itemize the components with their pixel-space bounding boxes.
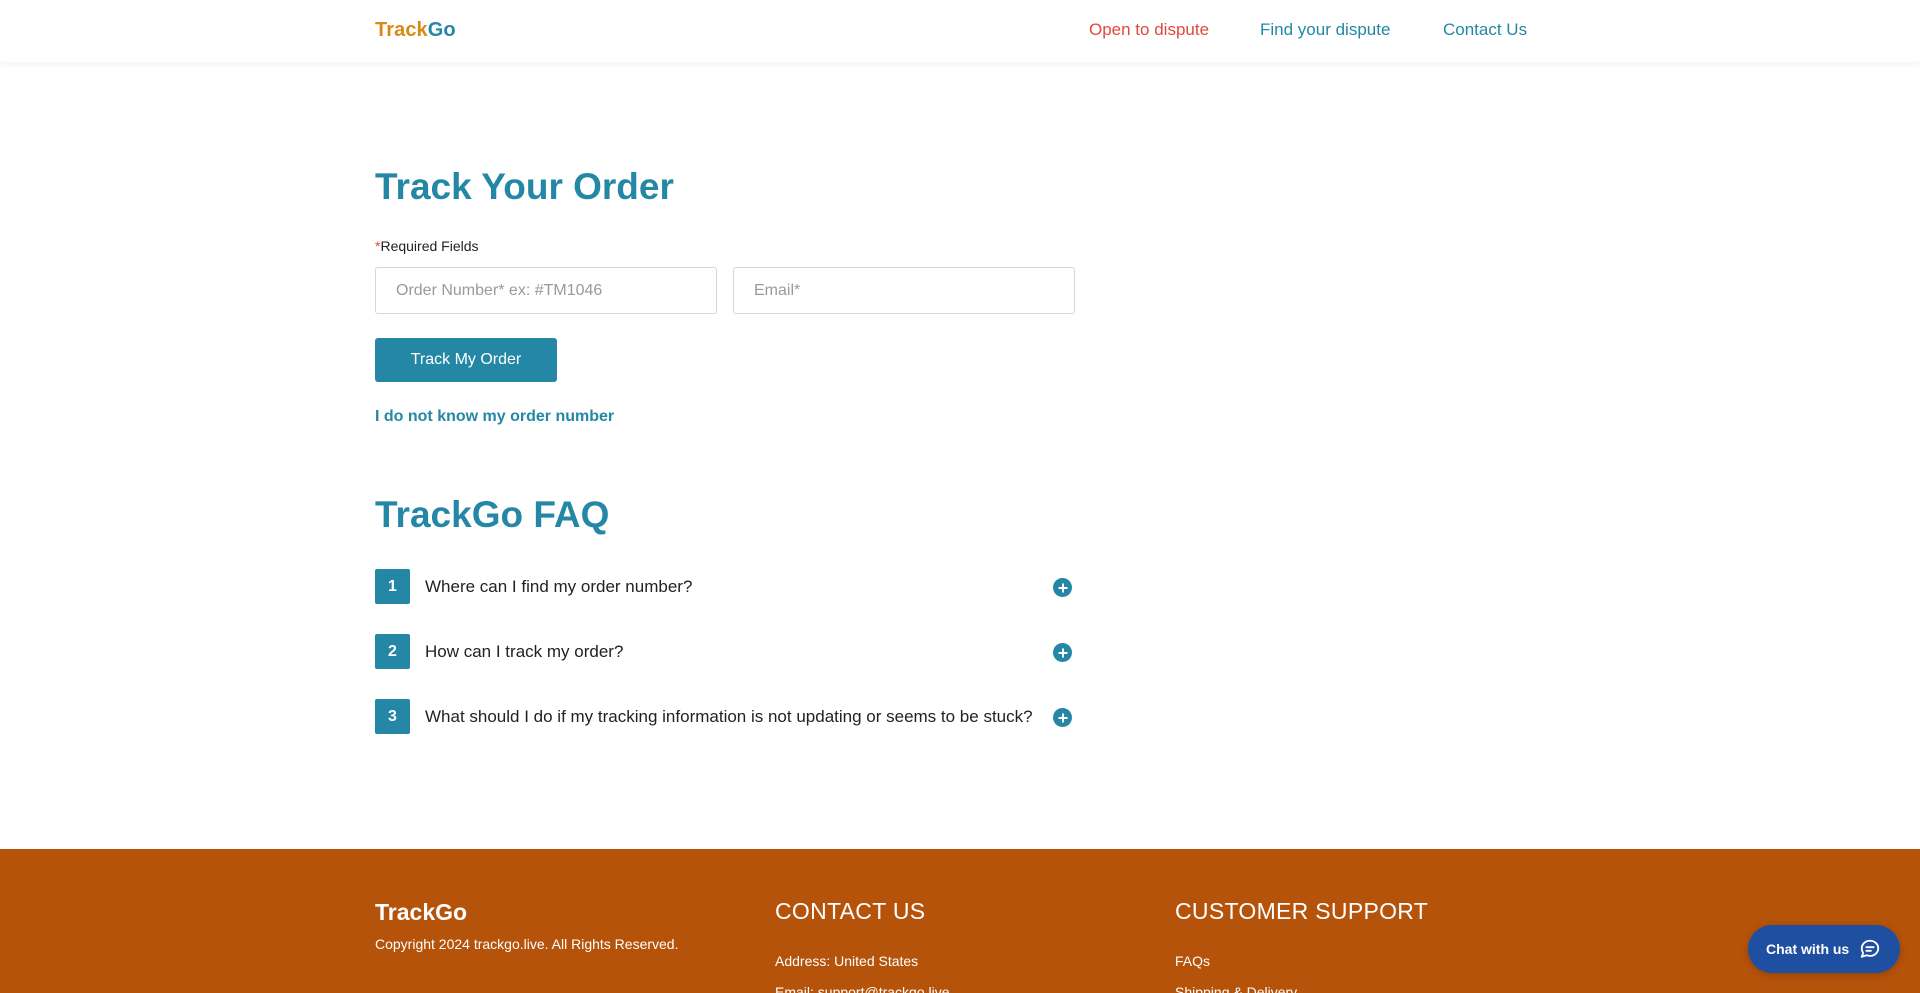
chat-label: Chat with us — [1766, 941, 1850, 957]
footer-link-shipping[interactable]: Shipping & Delivery — [1175, 984, 1297, 993]
faq-number-badge: 3 — [375, 699, 410, 734]
chat-with-us-button[interactable]: Chat with us — [1748, 925, 1900, 973]
nav-contact-us[interactable]: Contact Us — [1443, 20, 1527, 40]
logo-text-go: Go — [427, 19, 456, 41]
page-title: Track Your Order — [375, 166, 674, 207]
site-header: TrackGo Open to dispute Find your disput… — [0, 0, 1920, 62]
expand-plus-icon[interactable] — [1053, 708, 1072, 727]
faq-title: TrackGo FAQ — [375, 494, 610, 535]
expand-plus-icon[interactable] — [1053, 578, 1072, 597]
nav-find-dispute[interactable]: Find your dispute — [1260, 20, 1390, 40]
footer-logo: TrackGo — [375, 899, 468, 925]
footer-contact-heading: CONTACT US — [775, 898, 926, 924]
faq-question: What should I do if my tracking informat… — [425, 707, 1033, 726]
nav-open-dispute[interactable]: Open to dispute — [1089, 20, 1209, 40]
track-order-button[interactable]: Track My Order — [375, 338, 557, 382]
faq-item[interactable]: 1 Where can I find my order number? — [375, 569, 1075, 605]
order-number-input[interactable] — [375, 267, 717, 314]
faq-number-badge: 1 — [375, 569, 410, 604]
footer-address: Address: United States — [775, 953, 919, 969]
required-fields-note: *Required Fields — [375, 238, 479, 254]
footer-email-link[interactable]: Email: support@trackgo.live — [775, 984, 950, 993]
expand-plus-icon[interactable] — [1053, 643, 1072, 662]
unknown-order-number-link[interactable]: I do not know my order number — [375, 408, 614, 426]
chat-bubble-icon — [1860, 939, 1880, 958]
faq-number-badge: 2 — [375, 634, 410, 669]
faq-question: How can I track my order? — [425, 642, 624, 661]
logo-text-track: Track — [375, 19, 428, 41]
faq-question: Where can I find my order number? — [425, 577, 693, 596]
footer-support-heading: CUSTOMER SUPPORT — [1175, 898, 1429, 924]
site-logo[interactable]: TrackGo — [375, 19, 456, 42]
footer-link-faqs[interactable]: FAQs — [1175, 953, 1210, 969]
email-input[interactable] — [733, 267, 1075, 314]
required-fields-label: Required Fields — [380, 238, 479, 254]
faq-item[interactable]: 2 How can I track my order? — [375, 634, 1075, 670]
faq-item[interactable]: 3 What should I do if my tracking inform… — [375, 699, 1075, 735]
footer-copyright: Copyright 2024 trackgo.live. All Rights … — [375, 936, 679, 952]
site-footer: TrackGo Copyright 2024 trackgo.live. All… — [0, 849, 1920, 993]
